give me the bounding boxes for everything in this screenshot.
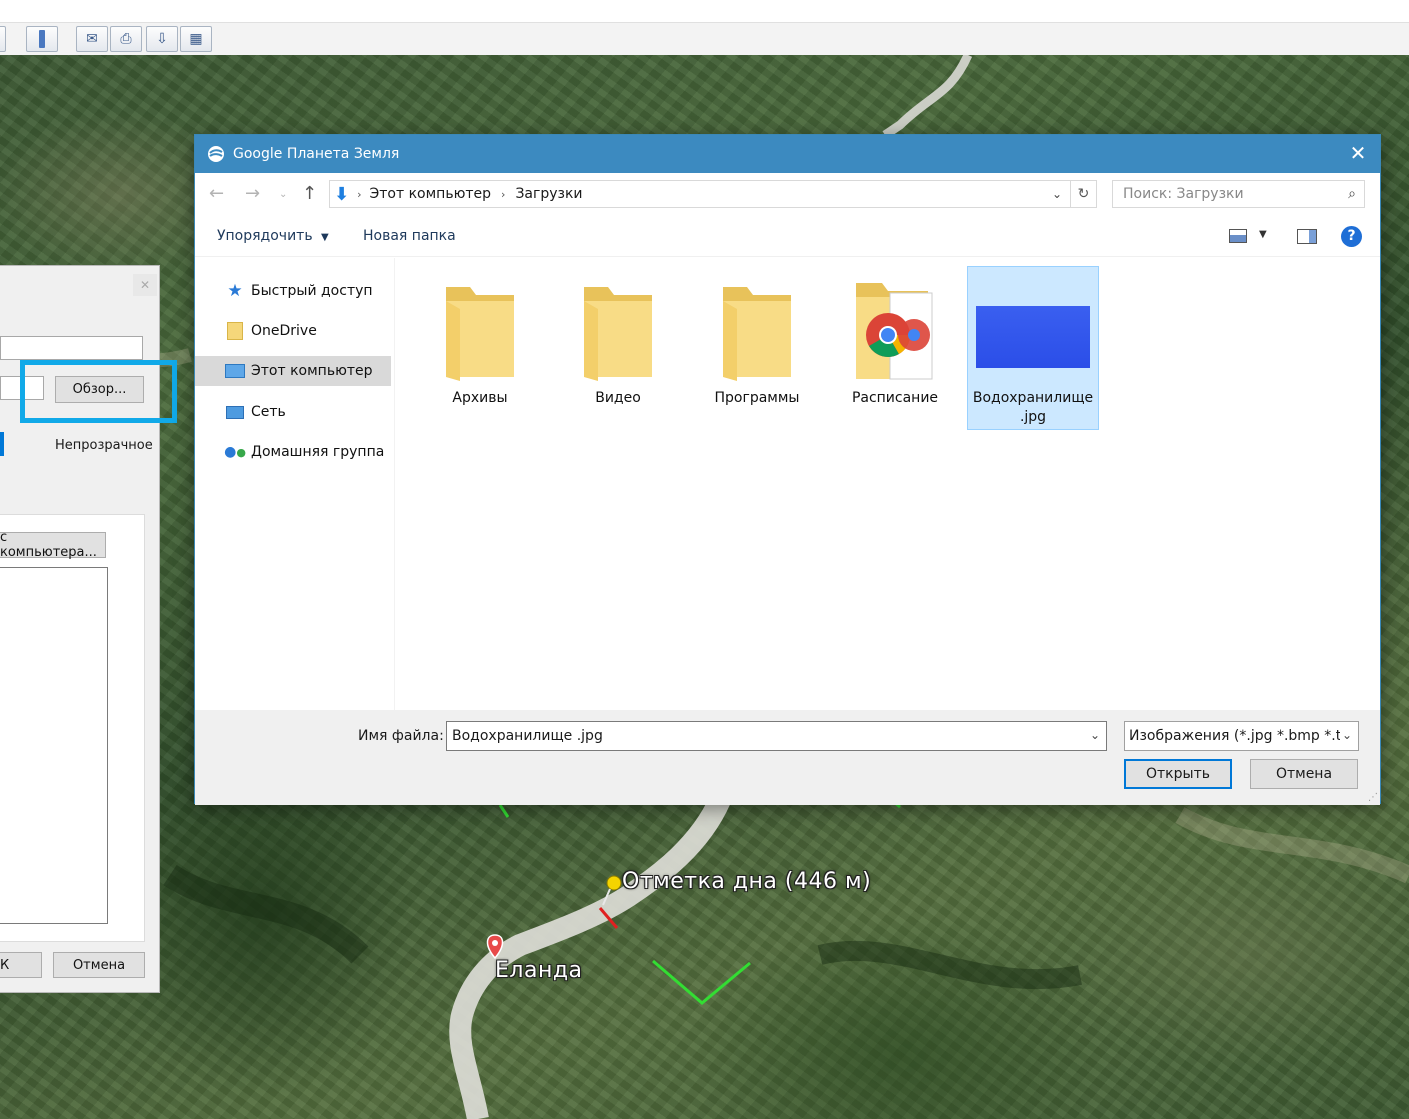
file-item-folder[interactable]: Видео — [554, 266, 682, 430]
ruler-icon — [39, 30, 45, 48]
file-item-folder[interactable]: Расписание — [831, 266, 959, 430]
overlay-name-input[interactable] — [0, 336, 143, 360]
view-in-maps-button[interactable]: ▦ — [180, 26, 212, 52]
view-mode-icon[interactable] — [1229, 229, 1247, 243]
from-computer-button[interactable]: с компьютера... — [0, 530, 106, 560]
nav-item-label: Этот компьютер — [251, 363, 373, 379]
description-textarea[interactable] — [0, 567, 108, 924]
navigation-pane: ★ Быстрый доступ OneDrive Этот компьютер… — [195, 258, 395, 710]
map-icon: ▦ — [189, 31, 203, 47]
address-bar[interactable]: ⬇ › Этот компьютер › Загрузки ⌄ ↻ — [329, 180, 1097, 208]
file-list-area[interactable]: Архивы Видео Программы Расписание Водохр… — [396, 258, 1380, 710]
star-icon: ★ — [227, 281, 243, 301]
filetype-value: Изображения (*.jpg *.bmp *.ti — [1129, 728, 1346, 744]
computer-icon — [225, 361, 245, 381]
command-bar: Упорядочить ▼ Новая папка ▼ ? — [195, 217, 1380, 257]
nav-item-label: Сеть — [251, 404, 286, 420]
ruler-tool-button[interactable] — [26, 26, 58, 52]
dialog-titlebar[interactable]: Google Планета Земля ✕ — [195, 135, 1380, 173]
close-icon[interactable]: ✕ — [133, 274, 157, 296]
nav-item-homegroup[interactable]: ● ● Домашняя группа — [195, 437, 391, 467]
file-item-folder[interactable]: Архивы — [416, 266, 544, 430]
close-icon[interactable]: ✕ — [1346, 141, 1370, 165]
organize-button[interactable]: Упорядочить ▼ — [217, 228, 329, 244]
breadcrumb-separator-icon: › — [357, 187, 362, 201]
filename-label: Имя файла: — [358, 728, 444, 744]
save-image-button[interactable]: ⇩ — [146, 26, 178, 52]
file-name: Программы — [714, 390, 800, 406]
view-chevron-icon[interactable]: ▼ — [1259, 229, 1267, 240]
dialog-footer: Имя файла: Водохранилище .jpg ⌄ Изображе… — [195, 710, 1380, 805]
search-placeholder: Поиск: Загрузки — [1123, 186, 1244, 202]
recent-chevron-icon[interactable]: ⌄ — [279, 189, 287, 200]
map-label-village[interactable]: Еланда — [495, 958, 583, 983]
organize-label: Упорядочить — [217, 228, 313, 244]
preview-pane-icon[interactable] — [1297, 229, 1317, 244]
chrome-folder-icon — [831, 276, 959, 386]
image-thumbnail-icon — [968, 277, 1098, 387]
nav-item-label: OneDrive — [251, 323, 317, 339]
search-icon: ⌕ — [1348, 186, 1356, 202]
nav-item-quick-access[interactable]: ★ Быстрый доступ — [195, 276, 391, 306]
nav-item-label: Домашняя группа — [251, 444, 385, 460]
folder-icon — [554, 276, 682, 386]
file-name: Водохранилище .jpg — [972, 390, 1094, 425]
search-input[interactable]: Поиск: Загрузки ⌕ — [1112, 180, 1365, 208]
address-row: ← → ⌄ ↑ ⬇ › Этот компьютер › Загрузки ⌄ … — [195, 173, 1380, 217]
downloads-arrow-icon: ⬇ — [334, 183, 350, 205]
nav-item-onedrive[interactable]: OneDrive — [195, 316, 391, 346]
file-open-dialog: Google Планета Земля ✕ ← → ⌄ ↑ ⬇ › Этот … — [194, 134, 1381, 805]
email-button[interactable]: ✉ — [76, 26, 108, 52]
breadcrumb-this-pc[interactable]: Этот компьютер — [370, 186, 492, 202]
network-icon — [225, 402, 245, 422]
breadcrumb-separator-icon: › — [501, 187, 506, 201]
filetype-select[interactable]: Изображения (*.jpg *.bmp *.ti ⌄ — [1124, 721, 1359, 751]
forward-arrow-icon[interactable]: → — [245, 183, 260, 204]
filename-input[interactable]: Водохранилище .jpg ⌄ — [446, 721, 1107, 751]
chevron-down-icon: ▼ — [321, 232, 329, 243]
address-dropdown-icon[interactable]: ⌄ — [1052, 187, 1062, 201]
homegroup-icon: ● ● — [224, 444, 246, 460]
back-arrow-icon[interactable]: ← — [209, 183, 224, 204]
chevron-down-icon[interactable]: ⌄ — [1090, 728, 1100, 742]
toolbar-partial-button[interactable] — [0, 26, 6, 52]
nav-item-label: Быстрый доступ — [251, 283, 373, 299]
open-button[interactable]: Открыть — [1124, 759, 1232, 789]
overlay-cancel-button[interactable]: Отмена — [53, 952, 145, 978]
cancel-button[interactable]: Отмена — [1250, 759, 1358, 789]
mail-icon: ✉ — [86, 31, 98, 47]
printer-icon: ⎙ — [120, 31, 132, 47]
chevron-down-icon[interactable]: ⌄ — [1339, 728, 1352, 742]
opacity-label: Непрозрачное — [55, 438, 153, 453]
file-name: Архивы — [452, 390, 508, 406]
map-label-bottom-mark[interactable]: Отметка дна (446 м) — [622, 869, 871, 894]
overlay-tab-panel: с компьютера... — [0, 514, 145, 942]
new-folder-button[interactable]: Новая папка — [363, 228, 456, 244]
ok-button[interactable]: К — [0, 952, 42, 978]
file-item-folder[interactable]: Программы — [693, 266, 821, 430]
file-name: Видео — [595, 390, 641, 406]
resize-grip-icon[interactable]: ⋰ — [1368, 792, 1378, 803]
opacity-slider-thumb[interactable] — [0, 432, 4, 456]
dialog-title: Google Планета Земля — [233, 146, 400, 162]
file-name: Расписание — [851, 390, 939, 406]
browse-highlight-frame — [20, 360, 177, 423]
folder-icon — [693, 276, 821, 386]
save-image-icon: ⇩ — [156, 31, 168, 47]
filename-value: Водохранилище .jpg — [452, 728, 603, 744]
help-icon[interactable]: ? — [1341, 226, 1362, 247]
breadcrumb-downloads[interactable]: Загрузки — [515, 186, 582, 202]
file-item-image[interactable]: Водохранилище .jpg — [967, 266, 1099, 430]
nav-item-network[interactable]: Сеть — [195, 397, 391, 427]
folder-icon — [225, 321, 245, 341]
nav-item-this-pc[interactable]: Этот компьютер — [195, 356, 391, 386]
google-earth-icon — [208, 146, 224, 162]
print-button[interactable]: ⎙ — [110, 26, 142, 52]
folder-icon — [416, 276, 544, 386]
top-toolbar: ✉ ⎙ ⇩ ▦ — [0, 0, 1409, 55]
refresh-icon[interactable]: ↻ — [1070, 181, 1096, 207]
up-arrow-icon[interactable]: ↑ — [302, 183, 317, 204]
